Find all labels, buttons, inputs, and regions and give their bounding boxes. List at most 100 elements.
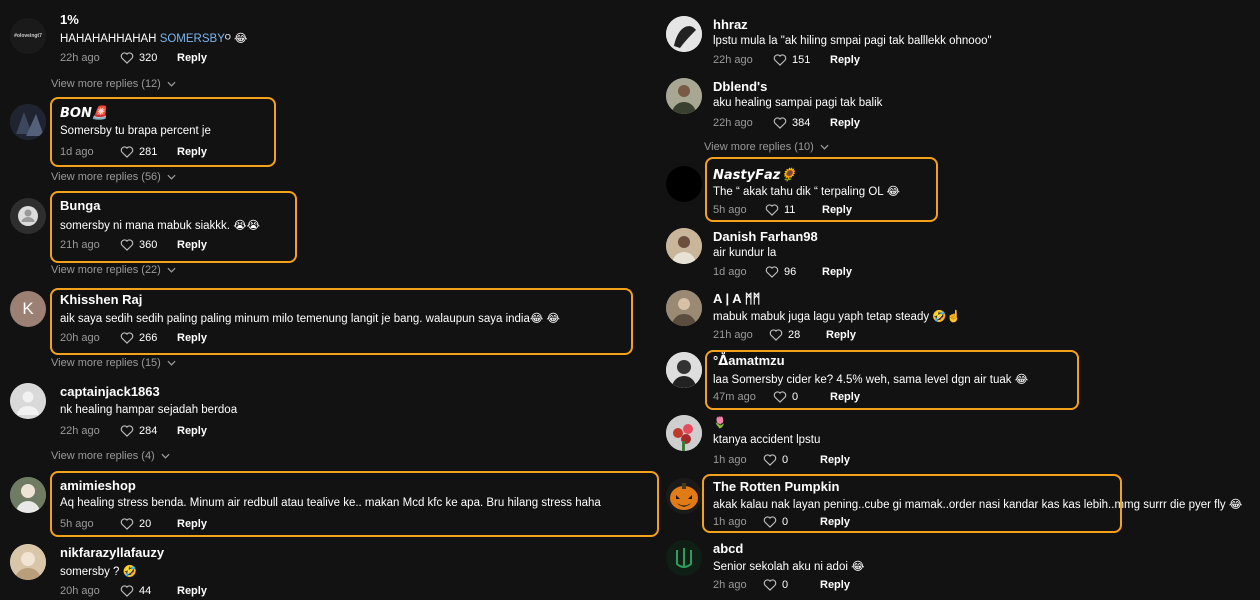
timestamp: 22h ago — [60, 424, 100, 437]
avatar[interactable] — [666, 352, 702, 388]
avatar[interactable]: K — [10, 291, 46, 327]
avatar[interactable] — [666, 540, 702, 576]
like-count: 0 — [792, 390, 799, 403]
reply-button[interactable]: Reply — [820, 579, 850, 591]
reply-button[interactable]: Reply — [177, 146, 207, 158]
reply-button[interactable]: Reply — [177, 52, 207, 64]
mention-link[interactable]: SOMERSBY — [160, 33, 225, 45]
avatar-label: #oloveingt7 — [14, 33, 42, 39]
heart-icon[interactable] — [765, 265, 779, 278]
reply-button[interactable]: Reply — [830, 391, 860, 403]
username[interactable]: abcd — [713, 541, 743, 556]
username[interactable]: Khisshen Raj — [60, 292, 142, 307]
view-more-replies[interactable]: View more replies (56) — [51, 171, 176, 183]
reply-button[interactable]: Reply — [830, 54, 860, 66]
avatar[interactable] — [666, 415, 702, 451]
reply-button[interactable]: Reply — [830, 117, 860, 129]
heart-icon[interactable] — [120, 145, 134, 158]
avatar[interactable]: #oloveingt7 — [10, 18, 46, 54]
avatar[interactable] — [10, 477, 46, 513]
username[interactable]: hhraz — [713, 17, 748, 32]
view-more-replies[interactable]: View more replies (15) — [51, 357, 176, 369]
comment-meta: 1d ago 96 Reply — [713, 265, 852, 278]
reply-button[interactable]: Reply — [177, 425, 207, 437]
avatar[interactable] — [10, 198, 46, 234]
username[interactable]: 🌷 — [713, 416, 727, 429]
avatar[interactable] — [666, 78, 702, 114]
view-more-replies[interactable]: View more replies (4) — [51, 450, 170, 462]
like-count: 11 — [784, 203, 796, 216]
comment-meta: 47m ago 0 Reply — [713, 390, 860, 403]
like-count: 20 — [139, 517, 152, 530]
username[interactable]: °ᐂamatmzu — [713, 353, 785, 369]
reply-button[interactable]: Reply — [177, 332, 207, 344]
heart-icon[interactable] — [120, 424, 134, 437]
username[interactable]: nikfarazyllafauzy — [60, 545, 164, 560]
username[interactable]: 𝘽𝙊𝙉🚨 — [60, 105, 108, 121]
view-more-replies[interactable]: View more replies (10) — [704, 141, 829, 153]
heart-icon[interactable] — [763, 453, 777, 466]
comment-text: lpstu mula la "ak hiling smpai pagi tak … — [713, 35, 992, 47]
avatar[interactable] — [666, 478, 702, 514]
reply-button[interactable]: Reply — [177, 239, 207, 251]
timestamp: 22h ago — [713, 53, 753, 66]
reply-button[interactable]: Reply — [820, 516, 850, 528]
comment-text: akak kalau nak layan pening..cube gi mam… — [713, 499, 1243, 511]
username[interactable]: captainjack1863 — [60, 384, 160, 399]
reply-button[interactable]: Reply — [822, 204, 852, 216]
heart-icon[interactable] — [773, 116, 787, 129]
timestamp: 20h ago — [60, 331, 100, 344]
avatar[interactable] — [10, 104, 46, 140]
avatar[interactable] — [666, 228, 702, 264]
heart-icon[interactable] — [120, 51, 134, 64]
view-more-replies[interactable]: View more replies (22) — [51, 264, 176, 276]
reply-button[interactable]: Reply — [826, 329, 856, 341]
heart-icon[interactable] — [773, 390, 787, 403]
reply-button[interactable]: Reply — [177, 585, 207, 597]
username[interactable]: Bunga — [60, 198, 100, 213]
username[interactable]: 1% — [60, 12, 79, 27]
like-count: 360 — [139, 238, 158, 251]
like-count: 320 — [139, 51, 158, 64]
heart-icon[interactable] — [120, 517, 134, 530]
view-more-replies[interactable]: View more replies (12) — [51, 78, 176, 90]
like-count: 96 — [784, 265, 797, 278]
heart-icon[interactable] — [120, 584, 134, 597]
heart-icon[interactable] — [763, 515, 777, 528]
username[interactable]: The Rotten Pumpkin — [713, 479, 839, 494]
comment-meta: 1h ago 0 Reply — [713, 515, 850, 528]
chevron-down-icon — [167, 267, 176, 273]
comment-meta: 1d ago 281 Reply — [60, 145, 207, 158]
avatar-photo — [666, 78, 702, 114]
comment-text: aik saya sedih sedih paling paling minum… — [60, 313, 560, 325]
reply-button[interactable]: Reply — [822, 266, 852, 278]
avatar-photo — [666, 415, 702, 451]
timestamp: 20h ago — [60, 584, 100, 597]
heart-icon[interactable] — [763, 578, 777, 591]
comment-meta: 1h ago 0 Reply — [713, 453, 850, 466]
avatar-photo — [10, 104, 46, 140]
username[interactable]: 𝙉𝙖𝙨𝙩𝙮𝙁𝙖𝙯🌻 — [713, 167, 796, 183]
heart-icon[interactable] — [765, 203, 779, 216]
heart-icon[interactable] — [773, 53, 787, 66]
heart-icon[interactable] — [120, 238, 134, 251]
avatar[interactable] — [10, 383, 46, 419]
heart-icon[interactable] — [120, 331, 134, 344]
username[interactable]: amimieshop — [60, 478, 136, 493]
comment-meta: 22h ago 320 Reply — [60, 51, 207, 64]
avatar[interactable] — [666, 290, 702, 326]
avatar[interactable] — [666, 166, 702, 202]
timestamp: 21h ago — [60, 238, 100, 251]
heart-icon[interactable] — [769, 328, 783, 341]
avatar[interactable] — [10, 544, 46, 580]
username[interactable]: A | A ᛗᛗ — [713, 291, 760, 306]
username[interactable]: Dblend's — [713, 79, 767, 94]
timestamp: 2h ago — [713, 578, 747, 591]
avatar[interactable] — [666, 16, 702, 52]
comment-text: aku healing sampai pagi tak balik — [713, 97, 883, 109]
reply-button[interactable]: Reply — [177, 518, 207, 530]
timestamp: 47m ago — [713, 390, 756, 403]
username[interactable]: Danish Farhan98 — [713, 229, 818, 244]
reply-button[interactable]: Reply — [820, 454, 850, 466]
comment-text: Aq healing stress benda. Minum air redbu… — [60, 497, 601, 509]
